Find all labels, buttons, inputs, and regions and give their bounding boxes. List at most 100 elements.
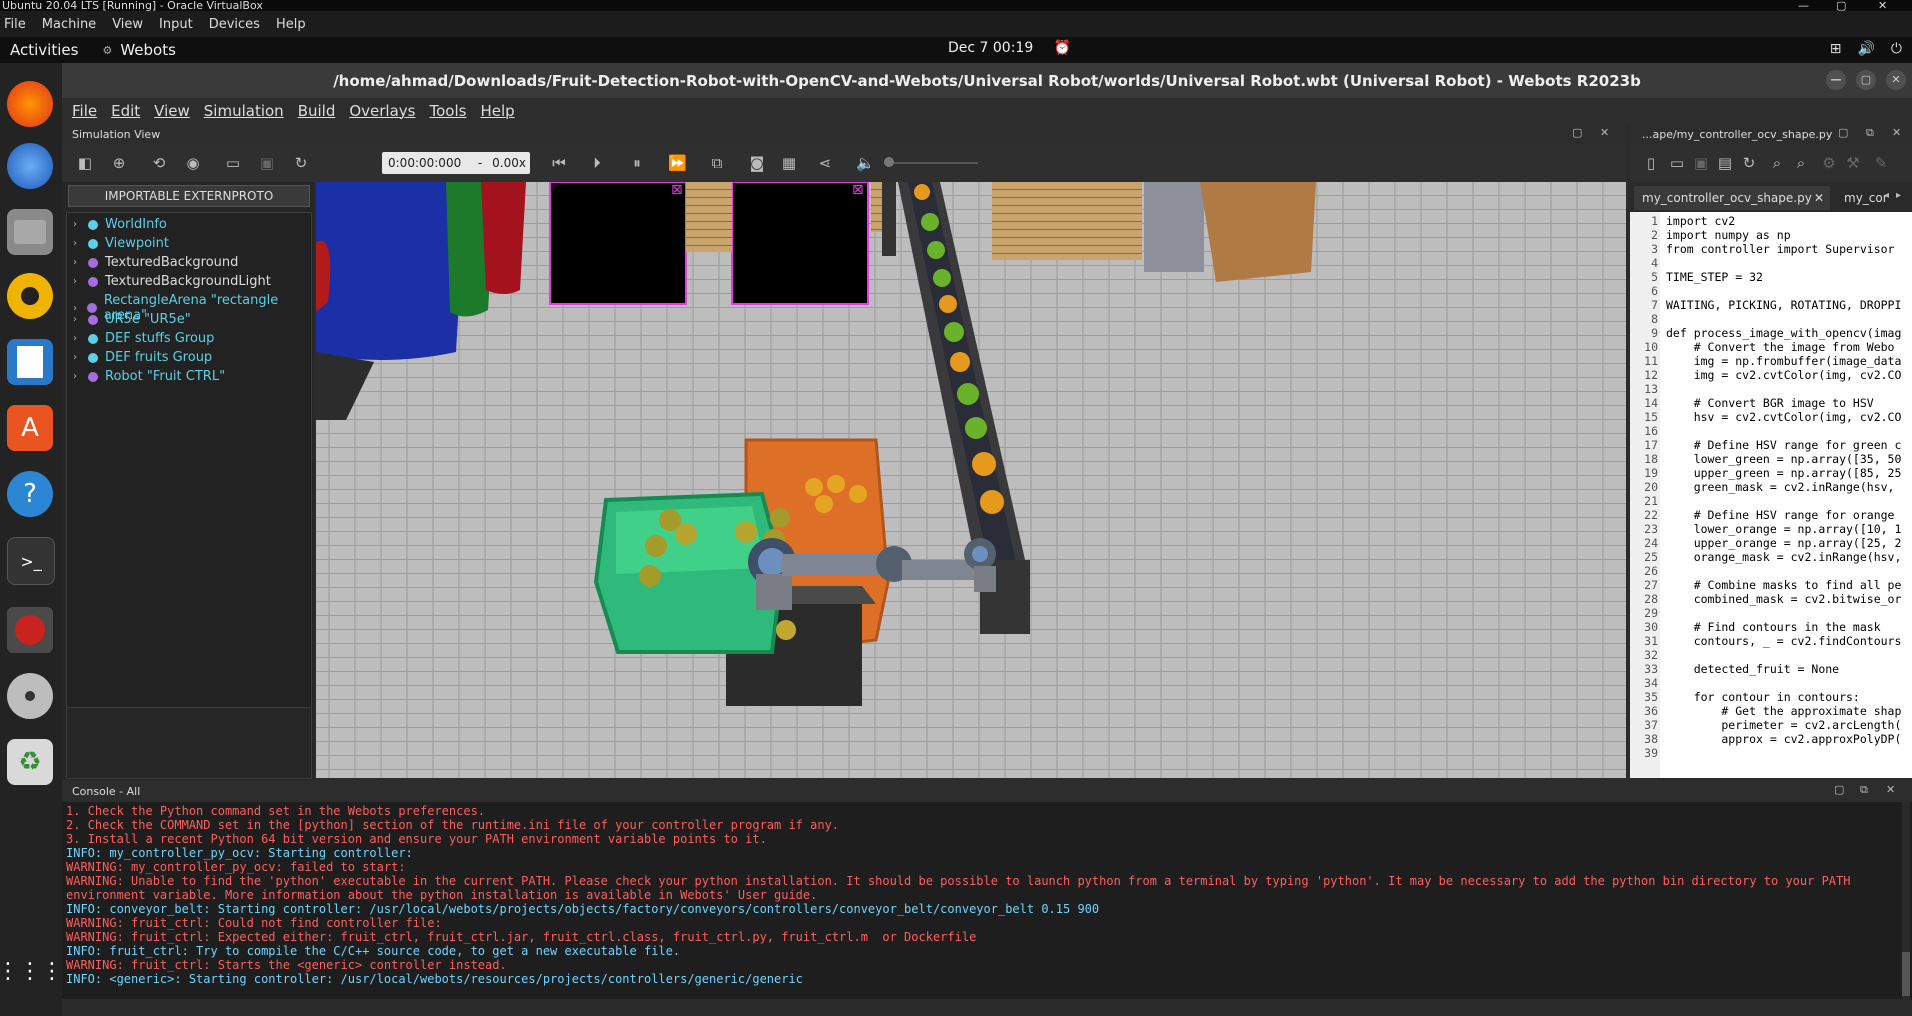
volume-slider-handle[interactable] [884,157,894,167]
files-icon[interactable] [7,209,53,255]
menu-edit[interactable]: Edit [104,102,147,120]
add-node-icon[interactable]: ⊕ [110,154,128,172]
code-line[interactable]: 19 upper_green = np.array([85, 25 [1630,466,1901,480]
importable-externproto-button[interactable]: IMPORTABLE EXTERNPROTO [68,185,310,207]
vbox-minimize-button[interactable]: — [1796,0,1809,11]
code-line[interactable]: 5 TIME_STEP = 32 [1630,270,1763,284]
3d-viewport[interactable]: ⊠ ⊠ [316,182,1626,778]
save-world-icon[interactable]: ▣ [258,154,276,172]
code-line[interactable]: 20 green_mask = cv2.inRange(hsv, [1630,480,1894,494]
vbox-maximize-button[interactable]: ▢ [1834,0,1846,11]
software-center-icon[interactable]: A [7,405,53,451]
code-line[interactable]: 7 WAITING, PICKING, ROTATING, DROPPI [1630,298,1901,312]
tree-node-viewpoint[interactable]: › Viewpoint [73,236,169,251]
code-line[interactable]: 15 hsv = cv2.cvtColor(img, cv2.CO [1630,410,1901,424]
code-line[interactable]: 37 perimeter = cv2.arcLength( [1630,718,1901,732]
menu-simulation[interactable]: Simulation [197,102,291,120]
editor-float-panel-icon[interactable]: ⧉ [1866,126,1874,140]
code-line[interactable]: 32 [1630,648,1666,662]
replace-icon[interactable]: ⌕ [1792,154,1810,172]
menu-help[interactable]: Help [473,102,521,120]
reset-simulation-icon[interactable]: ⏮ [550,154,568,172]
revert-icon[interactable]: ↻ [1740,154,1758,172]
expand-arrow-icon[interactable]: › [73,371,81,382]
code-line[interactable]: 2 import numpy as np [1630,228,1791,242]
webots-close-button[interactable]: ✕ [1886,70,1906,90]
tab-scroll-left-icon[interactable]: ◂ [1884,190,1889,201]
code-line[interactable]: 12 img = cv2.cvtColor(img, cv2.CO [1630,368,1901,382]
clean-icon[interactable]: ✎ [1872,154,1890,172]
vbox-close-button[interactable]: ✕ [1876,0,1887,11]
rhythmbox-icon[interactable] [7,273,53,319]
code-line[interactable]: 17 # Define HSV range for green c [1630,438,1901,452]
code-editor[interactable]: 1 import cv2 2 import numpy as np 3 from cont… [1630,212,1912,778]
menu-overlays[interactable]: Overlays [342,102,422,120]
disc-icon[interactable] [7,673,53,719]
expand-arrow-icon[interactable]: › [73,352,81,363]
vbox-menu-devices[interactable]: Devices [201,17,268,32]
code-line[interactable]: 21 [1630,494,1666,508]
code-line[interactable]: 11 img = np.frombuffer(image_data [1630,354,1901,368]
camera-view-2[interactable] [731,182,869,305]
code-line[interactable]: 4 [1630,256,1666,270]
code-line[interactable]: 36 # Get the approximate shap [1630,704,1901,718]
editor-close-panel-icon[interactable]: ▢ [1838,126,1848,139]
new-file-icon[interactable]: ▯ [1642,154,1660,172]
code-line[interactable]: 31 contours, _ = cv2.findContours [1630,634,1901,648]
code-line[interactable]: 16 [1630,424,1666,438]
show-apps-icon[interactable]: ⋮⋮⋮ [0,948,63,994]
trash-icon[interactable]: ♻ [7,739,53,785]
menu-file[interactable]: File [62,102,104,120]
clock[interactable]: Dec 7 00:19 ⏰ [948,40,1071,56]
open-world-icon[interactable]: ▭ [224,154,242,172]
float-panel-icon[interactable]: ▢ [1572,126,1582,139]
code-line[interactable]: 6 [1630,284,1666,298]
save-all-icon[interactable]: ▤ [1716,154,1734,172]
tab-scroll-right-icon[interactable]: ▸ [1896,190,1901,201]
vbox-menu-view[interactable]: View [104,17,151,32]
webots-maximize-button[interactable]: ▢ [1856,70,1876,90]
close-panel-icon[interactable]: ✕ [1600,126,1609,139]
code-line[interactable]: 23 lower_orange = np.array([10, 1 [1630,522,1901,536]
console-scrollbar-thumb[interactable] [1902,952,1910,996]
code-line[interactable]: 29 [1630,606,1666,620]
activities-button[interactable]: Activities [0,41,88,59]
code-line[interactable]: 18 lower_green = np.array([35, 50 [1630,452,1901,466]
expand-arrow-icon[interactable]: › [73,314,81,325]
code-line[interactable]: 30 # Find contours in the mask [1630,620,1881,634]
console-output[interactable]: 1. Check the Python command set in the W… [62,802,1912,999]
share-icon[interactable]: ⋖ [816,154,834,172]
menu-build[interactable]: Build [291,102,343,120]
build-icon[interactable]: ⚒ [1844,154,1862,172]
code-line[interactable]: 35 for contour in contours: [1630,690,1860,704]
reset-view-icon[interactable]: ⟲ [150,154,168,172]
code-line[interactable]: 22 # Define HSV range for orange [1630,508,1894,522]
code-line[interactable]: 10 # Convert the image from Webo [1630,340,1894,354]
console-float-icon[interactable]: ▢ [1834,783,1844,796]
open-file-icon[interactable]: ▭ [1668,154,1686,172]
screenshot-icon[interactable]: ◙ [748,154,766,172]
code-line[interactable]: 13 [1630,382,1666,396]
tree-node-textured-background-light[interactable]: › TexturedBackgroundLight [73,274,271,289]
console-dock-icon[interactable]: ⧉ [1860,783,1868,797]
settings-icon[interactable]: ⚙ [1820,154,1838,172]
fast-forward-icon[interactable]: ⏩ [668,154,687,172]
scene-render[interactable]: ⊠ ⊠ [316,182,1626,778]
pause-icon[interactable]: ⏸ [628,154,646,172]
expand-arrow-icon[interactable]: › [73,333,81,344]
eye-icon[interactable]: ◉ [184,154,202,172]
tree-node-ur5e[interactable]: › UR5e "UR5e" [73,312,191,327]
code-line[interactable]: 26 [1630,564,1666,578]
find-icon[interactable]: ⌕ [1768,154,1786,172]
code-line[interactable]: 14 # Convert BGR image to HSV [1630,396,1874,410]
code-line[interactable]: 1 import cv2 [1630,214,1735,228]
tab-close-icon[interactable]: ✕ [1814,186,1824,210]
code-line[interactable]: 39 [1630,746,1666,760]
mute-icon[interactable]: 🔈 [856,154,875,172]
volume-slider[interactable] [884,162,978,164]
system-tray[interactable]: ⊞ 🔊 ⏻ [1830,41,1902,57]
reload-world-icon[interactable]: ↻ [292,154,310,172]
code-line[interactable]: 27 # Combine masks to find all pe [1630,578,1901,592]
menu-tools[interactable]: Tools [422,102,473,120]
terminal-icon[interactable]: >_ [7,537,55,585]
